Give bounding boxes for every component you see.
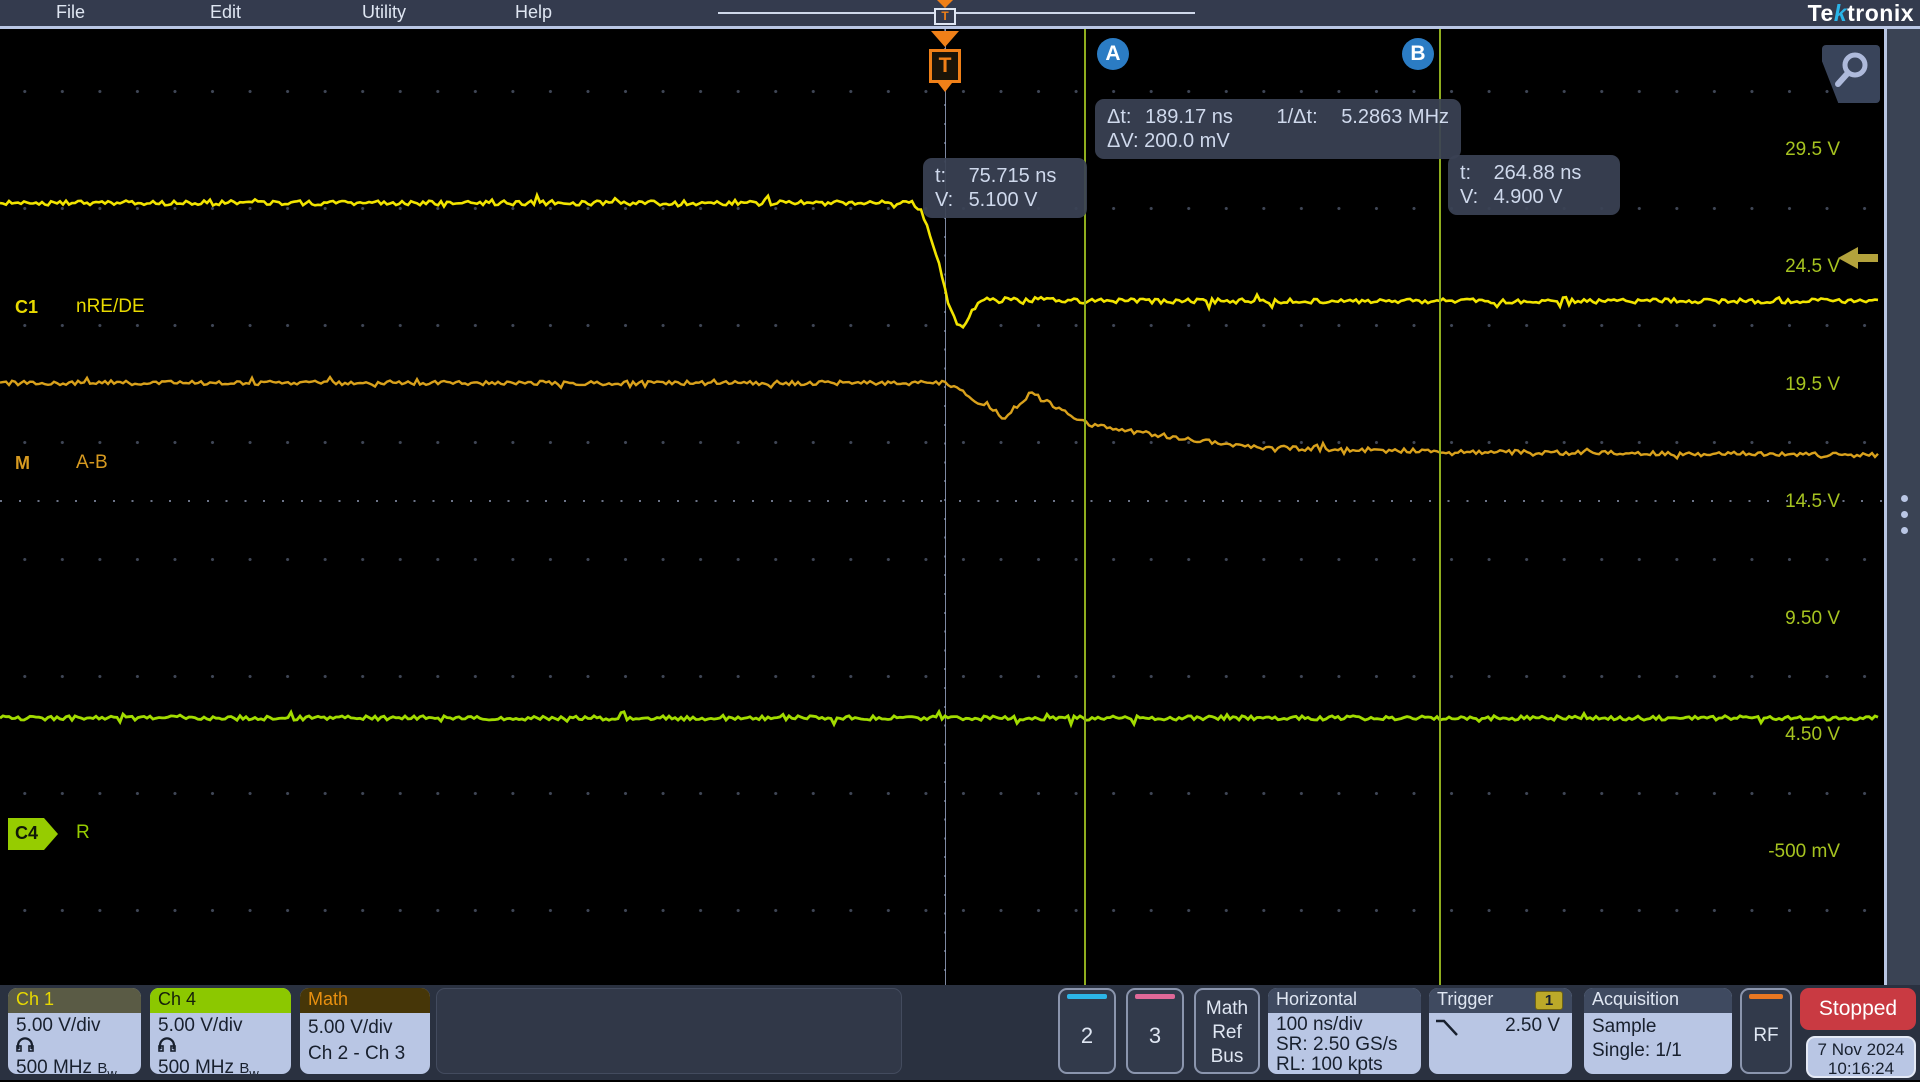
trigger-indicator-triangle-icon[interactable] bbox=[931, 31, 959, 47]
empty-readout-panel bbox=[436, 988, 902, 1074]
trigger-marker-letter: T bbox=[941, 9, 949, 23]
right-panel-handle[interactable] bbox=[1884, 29, 1920, 985]
channel-label-c4: R bbox=[76, 822, 90, 843]
rf-color-bar bbox=[1749, 994, 1783, 999]
acquisition-title: Acquisition bbox=[1584, 988, 1732, 1013]
date-text: 7 Nov 2024 bbox=[1817, 1040, 1905, 1059]
waveform-display: T A B Δt: 189.17 ns 1/Δt: 5.2863 MHz ΔV:… bbox=[0, 29, 1884, 985]
scale-label: 24.5 V bbox=[1785, 256, 1840, 277]
trigger-panel[interactable]: Trigger 1 2.50 V bbox=[1429, 988, 1572, 1074]
ch4-badge-header: Ch 4 bbox=[150, 988, 291, 1013]
ch3-button[interactable]: 3 bbox=[1126, 988, 1184, 1074]
horizontal-position-triangle-icon bbox=[937, 0, 953, 8]
trigger-level-arrow-shaft bbox=[1856, 254, 1878, 262]
falling-edge-icon bbox=[1436, 1019, 1458, 1036]
scale-label: -500 mV bbox=[1768, 841, 1840, 862]
menu-utility[interactable]: Utility bbox=[362, 2, 406, 23]
cursor-a-readout: t: 75.715 ns V: 5.100 V bbox=[923, 158, 1087, 218]
acquisition-single: Single: 1/1 bbox=[1592, 1040, 1682, 1061]
record-length: RL: 100 kpts bbox=[1276, 1054, 1383, 1075]
probe-icon bbox=[158, 1036, 283, 1057]
rf-button[interactable]: RF bbox=[1740, 988, 1792, 1074]
menu-file[interactable]: File bbox=[56, 2, 85, 23]
sample-rate: SR: 2.50 GS/s bbox=[1276, 1034, 1398, 1055]
handle-dot bbox=[1901, 495, 1908, 502]
acquisition-panel[interactable]: Acquisition Sample Single: 1/1 bbox=[1584, 988, 1732, 1074]
horizontal-scale: 100 ns/div bbox=[1276, 1014, 1363, 1035]
scale-label: 9.50 V bbox=[1785, 608, 1840, 629]
probe-icon bbox=[16, 1036, 133, 1057]
scale-label: 19.5 V bbox=[1785, 374, 1840, 395]
ch2-color-bar bbox=[1067, 994, 1107, 999]
trace-math-a-b-ch-2-ch-3- bbox=[0, 374, 1879, 461]
ch1-badge[interactable]: Ch 1 5.00 V/div 500 MHz Bw bbox=[8, 988, 141, 1074]
scale-label: 4.50 V bbox=[1785, 724, 1840, 745]
horizontal-position-track[interactable] bbox=[718, 12, 1195, 14]
ch1-scale: 5.00 V/div bbox=[16, 1015, 101, 1036]
ch1-bandwidth: 500 MHz Bw bbox=[16, 1057, 117, 1074]
cursor-b-bubble[interactable]: B bbox=[1402, 38, 1434, 70]
trigger-level-arrow-icon[interactable] bbox=[1838, 247, 1858, 269]
menu-help[interactable]: Help bbox=[515, 2, 552, 23]
cursor-a-bubble[interactable]: A bbox=[1097, 38, 1129, 70]
cursor-delta-readout: Δt: 189.17 ns 1/Δt: 5.2863 MHz ΔV: 200.0… bbox=[1095, 99, 1461, 159]
ch1-badge-header: Ch 1 bbox=[8, 988, 141, 1013]
scale-label: 14.5 V bbox=[1785, 491, 1840, 512]
cursor-b-readout: t: 264.88 ns V: 4.900 V bbox=[1448, 155, 1620, 215]
trigger-flag-icon[interactable]: T bbox=[929, 49, 961, 83]
math-source: Ch 2 - Ch 3 bbox=[308, 1043, 406, 1064]
datetime-badge: 7 Nov 2024 10:16:24 bbox=[1806, 1036, 1916, 1078]
ch2-button[interactable]: 2 bbox=[1058, 988, 1116, 1074]
status-bar: Ch 1 5.00 V/div 500 MHz Bw Ch 4 5.00 V/d… bbox=[0, 985, 1920, 1080]
handle-dot bbox=[1901, 511, 1908, 518]
trigger-flag-tip-icon bbox=[938, 83, 952, 92]
channel-label-math: A-B bbox=[76, 452, 108, 473]
ch3-color-bar bbox=[1135, 994, 1175, 999]
ch4-badge[interactable]: Ch 4 5.00 V/div 500 MHz Bw bbox=[150, 988, 291, 1074]
trigger-source-chip: 1 bbox=[1535, 991, 1563, 1010]
trace-ch4-r bbox=[0, 708, 1879, 729]
cursor-b-line[interactable] bbox=[1439, 29, 1441, 985]
handle-dot bbox=[1901, 527, 1908, 534]
math-badge-header: Math bbox=[300, 988, 430, 1013]
tektronix-logo: Tektronix bbox=[1807, 0, 1914, 26]
horizontal-title: Horizontal bbox=[1268, 988, 1421, 1013]
math-scale: 5.00 V/div bbox=[308, 1017, 393, 1038]
math-ref-bus-button[interactable]: Math Ref Bus bbox=[1194, 988, 1260, 1074]
scale-label: 29.5 V bbox=[1785, 139, 1840, 160]
menu-bar: File Edit Utility Help T Tektronix bbox=[0, 0, 1920, 26]
acquisition-mode: Sample bbox=[1592, 1016, 1657, 1037]
ch4-scale: 5.00 V/div bbox=[158, 1015, 243, 1036]
horizontal-trigger-position-marker[interactable]: T bbox=[934, 8, 956, 25]
time-text: 10:16:24 bbox=[1827, 1059, 1895, 1078]
trigger-title: Trigger 1 bbox=[1429, 988, 1572, 1013]
channel-label-c1: nRE/DE bbox=[76, 296, 145, 317]
ch4-bandwidth: 500 MHz Bw bbox=[158, 1057, 259, 1074]
horizontal-panel[interactable]: Horizontal 100 ns/div SR: 2.50 GS/s RL: … bbox=[1268, 988, 1421, 1074]
math-badge[interactable]: Math 5.00 V/div Ch 2 - Ch 3 bbox=[300, 988, 430, 1074]
acquisition-status-badge: Stopped bbox=[1800, 988, 1916, 1030]
menu-edit[interactable]: Edit bbox=[210, 2, 241, 23]
